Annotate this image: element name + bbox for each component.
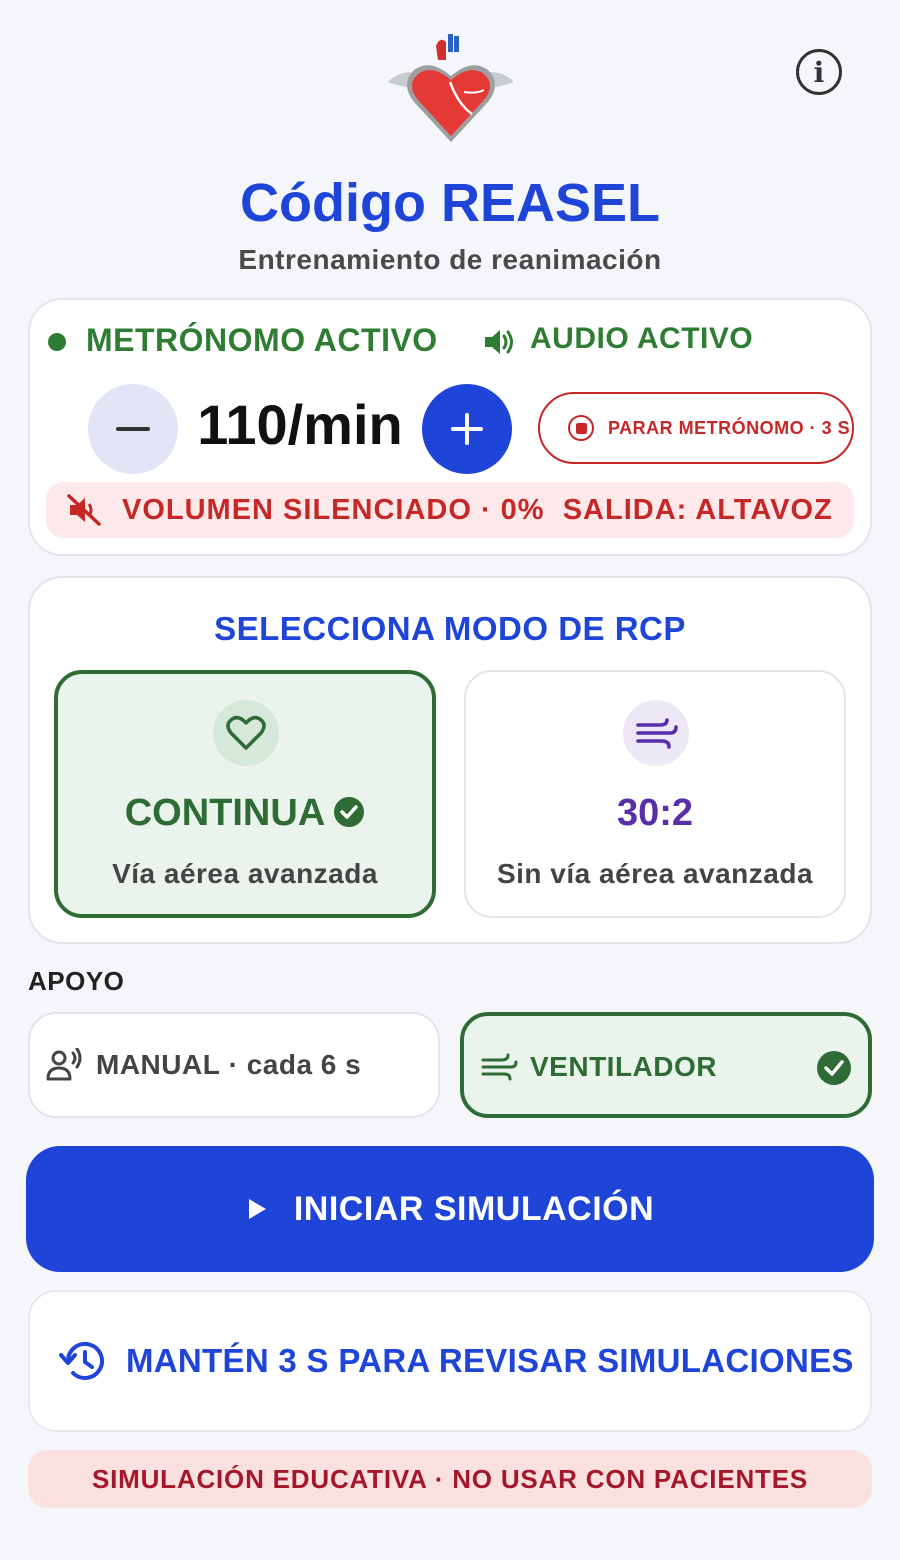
review-simulations-label: MANTÉN 3 S PARA REVISAR SIMULACIONES [126,1342,854,1379]
stop-icon [568,415,594,441]
mode-subtitle: Vía aérea avanzada [112,858,378,889]
support-label: MANUAL [96,1049,221,1080]
decrease-bpm-button[interactable] [88,384,178,474]
support-detail: cada 6 s [246,1049,362,1080]
app-subtitle: Entrenamiento de reanimación [238,244,662,275]
wind-icon [481,1053,518,1081]
speaker-icon [482,326,516,358]
metronome-status-label: METRÓNOMO ACTIVO [86,322,438,358]
start-simulation-button[interactable]: INICIAR SIMULACIÓN [26,1146,874,1272]
info-icon: i [813,55,825,89]
review-simulations-button[interactable]: MANTÉN 3 S PARA REVISAR SIMULACIONES [28,1290,872,1432]
mode-label: CONTINUA [124,792,326,834]
minus-icon [116,427,150,431]
play-icon [248,1199,266,1219]
mode-label-wrap: CONTINUA [58,792,432,835]
heart-logo-icon [380,30,522,150]
info-button[interactable]: i [796,49,842,95]
support-label-wrap: MANUAL · cada 6 s [96,1049,361,1081]
support-label: VENTILADOR [530,1051,717,1082]
support-separator: · [228,1049,239,1080]
person-voice-icon [46,1048,82,1081]
check-circle-icon [817,1051,851,1085]
start-simulation-label: INICIAR SIMULACIÓN [293,1189,655,1228]
volume-status: VOLUMEN SILENCIADO · 0% [122,494,545,526]
support-option-ventilador[interactable]: VENTILADOR [460,1012,872,1118]
heart-icon [213,700,279,766]
history-icon [59,1341,104,1380]
mode-label: 30:2 [616,792,694,834]
mode-option-30-2[interactable]: 30:2 Sin vía aérea avanzada [464,670,846,918]
increase-bpm-button[interactable] [422,384,512,474]
mute-icon [66,493,102,527]
cpr-mode-title: SELECCIONA MODO DE RCP [214,610,686,647]
stop-metronome-button[interactable]: PARAR METRÓNOMO · 3 S [538,392,854,464]
mode-option-continua[interactable]: CONTINUA Vía aérea avanzada [54,670,436,918]
support-option-manual[interactable]: MANUAL · cada 6 s [28,1012,440,1118]
app-title: Código REASEL [240,173,660,233]
mode-subtitle: Sin vía aérea avanzada [496,858,814,889]
wind-icon [623,700,689,766]
check-circle-icon [334,796,365,827]
stop-metronome-label: PARAR METRÓNOMO · 3 S [608,417,851,438]
volume-status-text: VOLUMEN SILENCIADO · 0% SALIDA: ALTAVOZ [122,494,833,527]
output-status: SALIDA: ALTAVOZ [562,494,833,526]
bpm-value: 110/min [197,393,403,456]
educational-disclaimer: SIMULACIÓN EDUCATIVA · NO USAR CON PACIE… [28,1450,872,1508]
plus-icon [451,413,483,445]
status-dot-icon [48,333,66,351]
audio-status-label: AUDIO ACTIVO [530,322,754,355]
support-heading: APOYO [28,966,125,996]
